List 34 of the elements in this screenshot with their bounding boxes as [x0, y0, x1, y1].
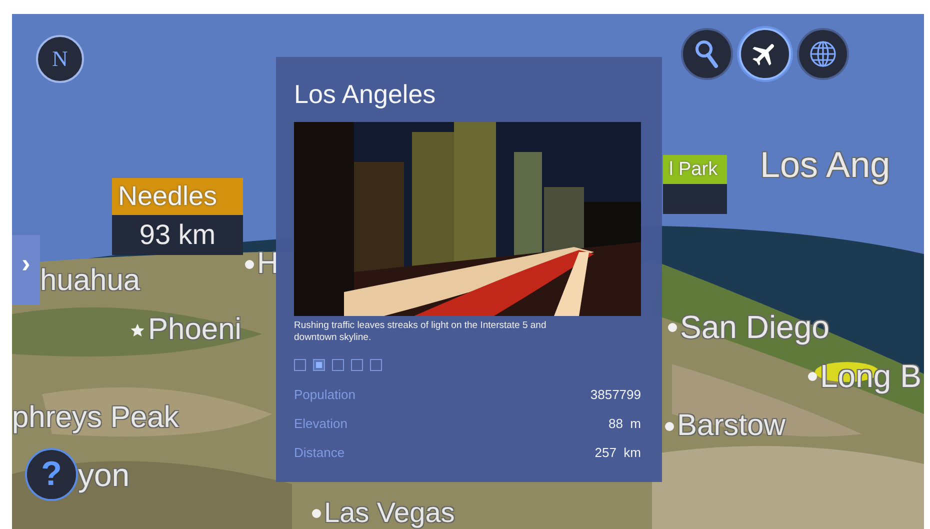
stat-value: 3857799	[590, 387, 641, 402]
distance-tag: 93 km	[112, 215, 243, 255]
page-indicator[interactable]	[370, 359, 382, 371]
page-indicator[interactable]	[351, 359, 363, 371]
stat-label: Distance	[294, 445, 345, 460]
stat-value: 257 km	[594, 445, 641, 460]
place-label: Las Vegas	[324, 499, 455, 527]
side-panel-tab[interactable]: ›	[12, 235, 40, 305]
stat-label: Population	[294, 387, 356, 402]
place-label: huahua	[40, 266, 140, 296]
globe-icon	[808, 39, 838, 69]
search-button[interactable]	[681, 28, 733, 80]
page-indicator[interactable]	[332, 359, 344, 371]
place-label: yon	[78, 459, 130, 491]
star-icon	[130, 322, 145, 338]
search-icon	[693, 39, 721, 69]
globe-button[interactable]	[797, 28, 849, 80]
place-label: H	[257, 249, 279, 279]
place-label: phreys Peak	[12, 403, 179, 433]
place-label: Los Ang	[760, 147, 890, 183]
place-label: Phoeni	[148, 315, 242, 345]
panel-title: Los Angeles	[294, 79, 437, 110]
place-label: Barstow	[677, 411, 786, 441]
page-indicator[interactable]	[313, 359, 325, 371]
stat-value: 88 m	[608, 416, 641, 431]
plane-button[interactable]	[739, 28, 791, 80]
place-tag[interactable]: l Park	[663, 155, 727, 184]
place-tag[interactable]: Needles	[112, 178, 243, 215]
stat-label: Elevation	[294, 416, 348, 431]
page-indicator[interactable]	[294, 359, 306, 371]
place-label: San Diego	[680, 311, 830, 343]
photo-caption: Rushing traffic leaves streaks of light on the Interstate 5 and downtown skyline.	[294, 320, 548, 344]
compass-button[interactable]: N	[36, 35, 84, 83]
distance-tag	[663, 184, 727, 214]
